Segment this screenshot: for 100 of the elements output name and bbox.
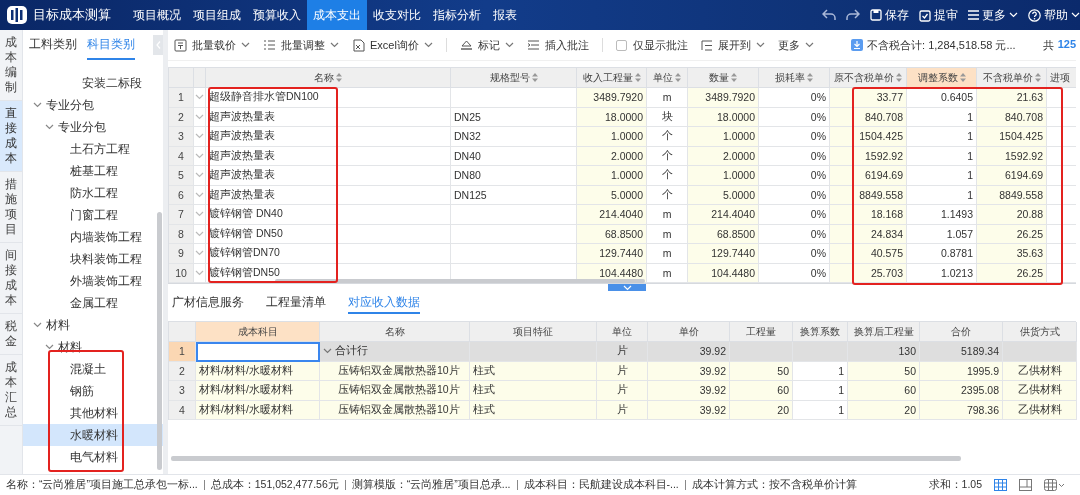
- panel-tab[interactable]: 工料类别: [29, 30, 77, 60]
- scrollbar[interactable]: [157, 212, 162, 470]
- row-number[interactable]: 5: [169, 166, 194, 186]
- table-cell: m: [647, 244, 688, 264]
- column-header[interactable]: 调整系数: [907, 68, 977, 88]
- nav-tab[interactable]: 成本支出: [307, 0, 367, 30]
- column-header[interactable]: 原不含税单价: [830, 68, 907, 88]
- table-cell: DN32: [451, 127, 577, 147]
- chevron-down-icon: [241, 42, 250, 48]
- collapse-handle[interactable]: [608, 284, 646, 291]
- tree-item[interactable]: 块料装饰工程: [23, 248, 163, 270]
- menu-button[interactable]: 标记: [459, 37, 514, 53]
- tree-item[interactable]: 桩基工程: [23, 160, 163, 182]
- table-cell: 1.057: [907, 224, 977, 244]
- view-toggle[interactable]: [1044, 479, 1066, 491]
- tree-item[interactable]: 专业分包: [23, 116, 163, 138]
- tree-item[interactable]: 其他材料: [23, 402, 163, 424]
- column-header[interactable]: 供货方式: [1003, 322, 1077, 342]
- view-toggle[interactable]: [994, 479, 1007, 491]
- column-header[interactable]: 进项: [1047, 68, 1076, 88]
- table-cell: 18.0000: [577, 107, 647, 127]
- menu-button[interactable]: 批量载价: [174, 37, 250, 53]
- checkbox[interactable]: [615, 39, 627, 51]
- nav-tab[interactable]: 项目概况: [127, 0, 187, 30]
- nav-tab[interactable]: 项目组成: [187, 0, 247, 30]
- tree-item[interactable]: 电气材料: [23, 446, 163, 468]
- side-tab[interactable]: 直接成本: [0, 101, 22, 172]
- column-header[interactable]: 不含税单价: [977, 68, 1047, 88]
- column-header[interactable]: 数量: [688, 68, 759, 88]
- scrollbar[interactable]: [275, 279, 645, 283]
- column-header[interactable]: 名称: [320, 322, 470, 342]
- table-cell: 3489.7920: [577, 88, 647, 108]
- redo-icon[interactable]: [846, 9, 860, 21]
- menu-button[interactable]: 展开到: [700, 37, 765, 53]
- column-header[interactable]: 单价: [648, 322, 730, 342]
- help-button[interactable]: 帮助: [1028, 6, 1080, 24]
- tree-item[interactable]: 专业分包: [23, 94, 163, 116]
- row-number[interactable]: 3: [169, 381, 196, 401]
- tab[interactable]: 对应收入数据: [348, 292, 420, 314]
- save-icon: [870, 9, 882, 21]
- side-tab[interactable]: 税金: [0, 314, 22, 355]
- table-cell: 材料/材料/水暖材料: [196, 361, 320, 381]
- tab[interactable]: 广材信息服务: [172, 292, 244, 314]
- row-number[interactable]: 3: [169, 127, 194, 147]
- review-button[interactable]: 提审: [919, 6, 958, 24]
- side-tab[interactable]: 间接成本: [0, 243, 22, 314]
- tree-item[interactable]: 钢筋: [23, 380, 163, 402]
- total-text: 不含税合计: 1,284,518.58 元...: [867, 37, 1016, 53]
- side-tab[interactable]: 措施项目: [0, 172, 22, 243]
- column-header[interactable]: 合价: [920, 322, 1003, 342]
- tree-item[interactable]: 混凝土: [23, 358, 163, 380]
- column-header[interactable]: 单位: [597, 322, 648, 342]
- selected-cell[interactable]: [196, 342, 320, 362]
- table-cell: 0%: [759, 146, 830, 166]
- nav-tab[interactable]: 预算收入: [247, 0, 307, 30]
- column-header[interactable]: 单位: [647, 68, 688, 88]
- tree-item[interactable]: 门窗工程: [23, 204, 163, 226]
- menu-button[interactable]: Excel询价: [352, 37, 433, 53]
- tree-item[interactable]: 防水工程: [23, 182, 163, 204]
- table-cell: 合计行: [335, 344, 368, 359]
- column-header[interactable]: 工程量: [730, 322, 793, 342]
- table-cell: 片: [597, 400, 648, 420]
- more-button[interactable]: 更多: [968, 6, 1018, 24]
- menu-button[interactable]: 批量调整: [263, 37, 339, 53]
- column-header[interactable]: 换算后工程量: [848, 322, 920, 342]
- nav-tab[interactable]: 收支对比: [367, 0, 427, 30]
- view-toggle[interactable]: [1019, 479, 1032, 491]
- side-tab[interactable]: 成本汇总: [0, 355, 22, 426]
- nav-tab[interactable]: 指标分析: [427, 0, 487, 30]
- row-number[interactable]: 1: [169, 342, 196, 362]
- tree-item[interactable]: 内墙装饰工程: [23, 226, 163, 248]
- nav-tab[interactable]: 报表: [487, 0, 523, 30]
- table-cell: 39.92: [648, 342, 730, 362]
- column-header[interactable]: 收入工程量: [577, 68, 647, 88]
- table-cell: 26.25: [977, 224, 1047, 244]
- tree-item[interactable]: 外墙装饰工程: [23, 270, 163, 292]
- column-header[interactable]: 换算系数: [793, 322, 848, 342]
- tab[interactable]: 工程量清单: [266, 292, 326, 314]
- row-number[interactable]: 7: [169, 205, 194, 225]
- row-number[interactable]: 9: [169, 244, 194, 264]
- tree-item[interactable]: 水暖材料: [23, 424, 163, 446]
- tree-item[interactable]: 土石方工程: [23, 138, 163, 160]
- column-header[interactable]: 项目特征: [470, 322, 597, 342]
- panel-tab[interactable]: 科目类别: [87, 30, 135, 60]
- undo-icon[interactable]: [822, 9, 836, 21]
- save-button[interactable]: 保存: [870, 6, 909, 24]
- table-cell: 镀锌钢管 DN40: [206, 205, 451, 225]
- tree-item[interactable]: 材料: [23, 314, 163, 336]
- row-number[interactable]: 1: [169, 88, 194, 108]
- column-header[interactable]: 规格型号: [451, 68, 577, 88]
- tree-item[interactable]: 金属工程: [23, 292, 163, 314]
- toolbar-button[interactable]: 插入批注: [526, 37, 589, 53]
- column-header[interactable]: 损耗率: [759, 68, 830, 88]
- menu-button[interactable]: 更多: [777, 37, 814, 53]
- column-header[interactable]: 名称: [206, 68, 451, 88]
- column-header[interactable]: 成本科目: [196, 322, 320, 342]
- table-cell: 1: [907, 127, 977, 147]
- scrollbar[interactable]: [171, 456, 961, 461]
- table-cell: 130: [848, 342, 920, 362]
- tree-item[interactable]: 安装二标段: [23, 72, 163, 94]
